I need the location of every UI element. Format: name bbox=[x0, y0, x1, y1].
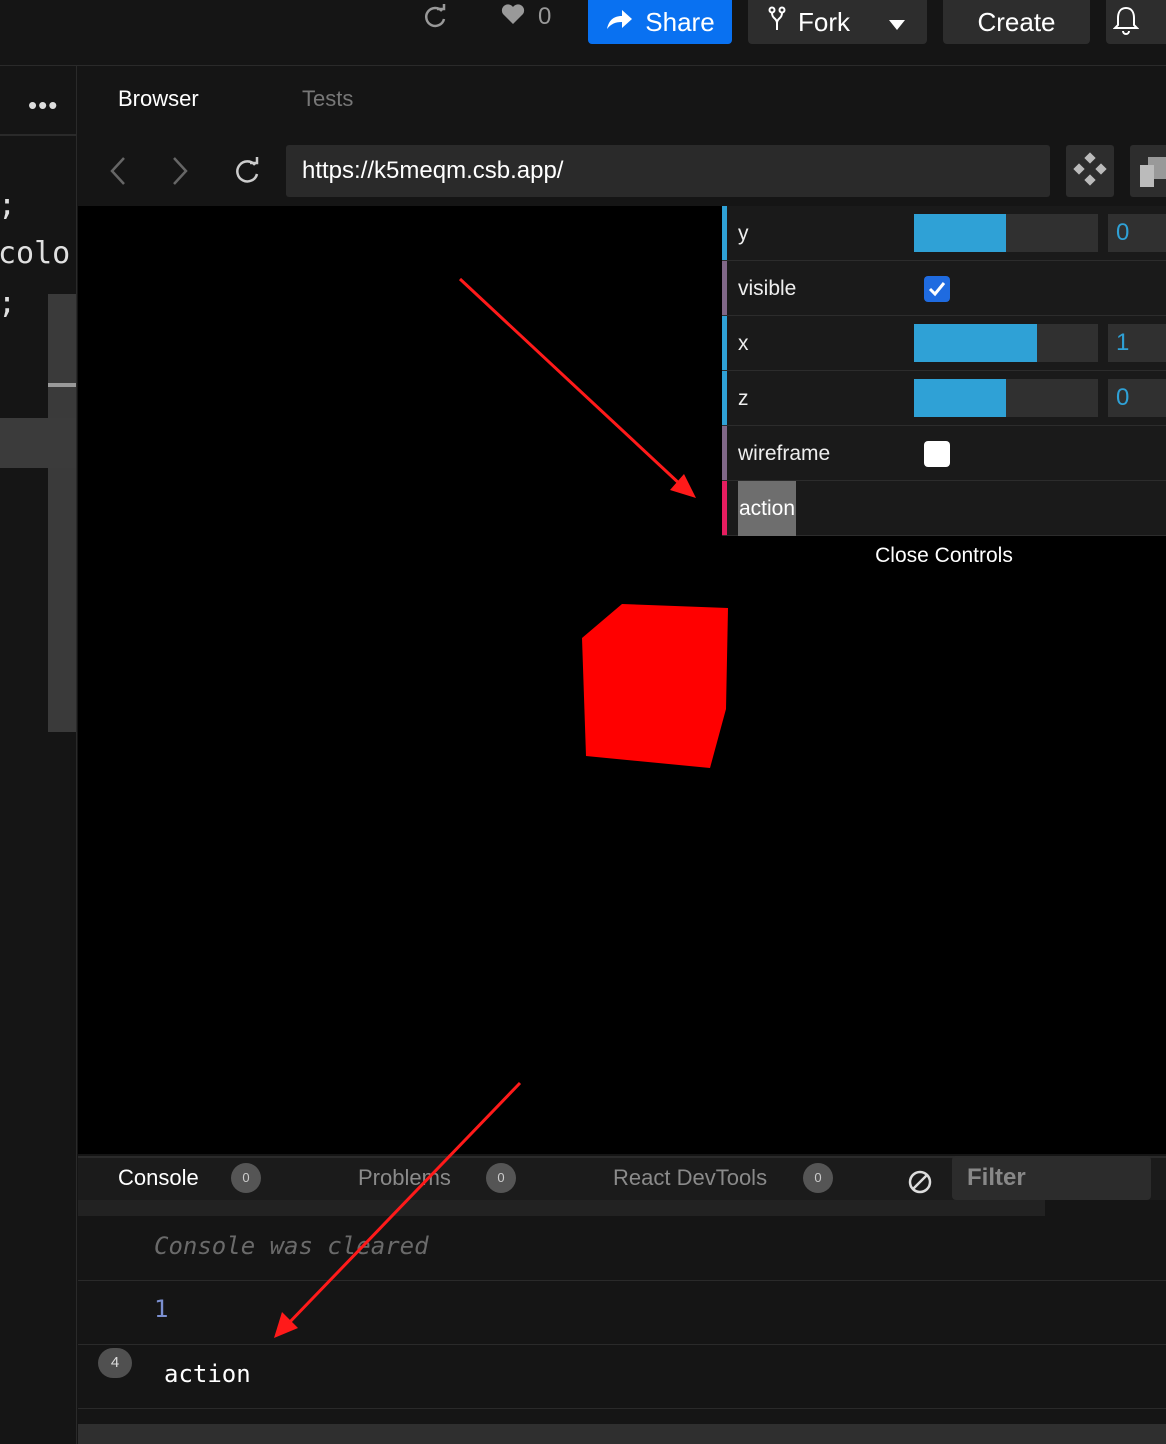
clear-console-icon[interactable] bbox=[906, 1168, 934, 1201]
control-label: visible bbox=[738, 277, 797, 300]
row-accent bbox=[722, 426, 727, 480]
control-label: y bbox=[738, 222, 749, 245]
checkmark-icon bbox=[928, 282, 946, 297]
heart-icon bbox=[500, 2, 526, 33]
control-row-x: x 1 bbox=[722, 316, 1166, 371]
more-options-icon[interactable]: ••• bbox=[28, 90, 58, 121]
console-line: 1 bbox=[78, 1281, 1166, 1345]
y-number-input[interactable]: 0 bbox=[1108, 214, 1166, 252]
code-line: ; bbox=[0, 188, 16, 223]
tab-browser[interactable]: Browser bbox=[118, 86, 199, 112]
tab-problems[interactable]: Problems bbox=[358, 1165, 451, 1191]
share-arrow-icon bbox=[605, 7, 633, 38]
control-row-y: y 0 bbox=[722, 206, 1166, 261]
tab-tests[interactable]: Tests bbox=[302, 86, 353, 112]
control-row-wireframe: wireframe bbox=[722, 426, 1166, 481]
filter-input[interactable]: Filter bbox=[952, 1156, 1151, 1200]
console-cleared-text: Console was cleared bbox=[154, 1232, 429, 1260]
code-line: ; bbox=[0, 286, 16, 321]
tab-console[interactable]: Console bbox=[118, 1165, 199, 1191]
create-label: Create bbox=[977, 6, 1056, 37]
x-number-input[interactable]: 1 bbox=[1108, 324, 1166, 362]
controls-panel: y 0 visible x 1 z 0 wireframe action Clo… bbox=[722, 206, 1166, 576]
devtools-button[interactable] bbox=[1066, 145, 1114, 197]
row-accent bbox=[722, 481, 727, 535]
fork-icon bbox=[768, 6, 786, 39]
bell-icon bbox=[1112, 5, 1140, 40]
row-accent bbox=[722, 206, 727, 260]
create-button[interactable]: Create bbox=[943, 0, 1090, 44]
notifications-button[interactable] bbox=[1106, 0, 1166, 44]
console-input-strip[interactable] bbox=[78, 1424, 1166, 1444]
action-button[interactable]: action bbox=[738, 481, 797, 536]
like-button[interactable]: 0 bbox=[500, 0, 551, 34]
control-label: wireframe bbox=[738, 442, 831, 465]
repeat-count-badge: 4 bbox=[98, 1348, 132, 1378]
forward-arrow-icon[interactable] bbox=[166, 156, 194, 191]
z-slider[interactable] bbox=[914, 379, 1098, 417]
z-number-input[interactable]: 0 bbox=[1108, 379, 1166, 417]
reload-icon[interactable] bbox=[232, 156, 262, 191]
share-button[interactable]: Share bbox=[588, 0, 732, 44]
url-text: https://k5meqm.csb.app/ bbox=[302, 157, 564, 184]
back-arrow-icon[interactable] bbox=[104, 156, 132, 191]
problems-count-badge: 0 bbox=[486, 1163, 516, 1193]
divider bbox=[0, 134, 76, 136]
editor-scrollbar[interactable] bbox=[48, 294, 76, 732]
code-line: colo: bbox=[0, 236, 89, 271]
tab-react-devtools[interactable]: React DevTools bbox=[613, 1165, 767, 1191]
x-slider[interactable] bbox=[914, 324, 1098, 362]
active-line-highlight bbox=[0, 418, 76, 468]
console-count-badge: 0 bbox=[231, 1163, 261, 1193]
close-controls-button[interactable]: Close Controls bbox=[722, 536, 1166, 576]
control-row-visible: visible bbox=[722, 261, 1166, 316]
fork-label: Fork bbox=[798, 6, 850, 37]
likes-count: 0 bbox=[538, 3, 552, 30]
y-slider[interactable] bbox=[914, 214, 1098, 252]
row-accent bbox=[722, 371, 727, 425]
devtools-count-badge: 0 bbox=[803, 1163, 833, 1193]
editor-pane[interactable] bbox=[0, 66, 77, 1444]
row-accent bbox=[722, 316, 727, 370]
wireframe-checkbox[interactable] bbox=[924, 441, 950, 467]
control-row-z: z 0 bbox=[722, 371, 1166, 426]
control-label: x bbox=[738, 332, 749, 355]
console-scrollbar[interactable] bbox=[78, 1200, 1045, 1216]
console-number: 1 bbox=[154, 1295, 169, 1323]
console-line: Console was cleared bbox=[78, 1220, 1166, 1281]
share-label: Share bbox=[645, 6, 715, 37]
diamonds-icon bbox=[1073, 151, 1107, 191]
control-row-action[interactable]: action bbox=[722, 481, 1166, 536]
console-line: action bbox=[78, 1345, 1166, 1409]
row-accent bbox=[722, 261, 727, 315]
chevron-down-icon[interactable] bbox=[888, 7, 906, 38]
fork-button[interactable]: Fork bbox=[748, 0, 927, 44]
console-action-text: action bbox=[164, 1360, 251, 1388]
control-label: z bbox=[738, 387, 749, 410]
open-new-window-button[interactable] bbox=[1130, 145, 1166, 197]
visible-checkbox[interactable] bbox=[924, 276, 950, 302]
url-input[interactable]: https://k5meqm.csb.app/ bbox=[286, 145, 1050, 197]
new-window-icon bbox=[1140, 157, 1166, 192]
red-cube bbox=[582, 604, 728, 768]
refresh-icon[interactable] bbox=[420, 2, 450, 32]
scroll-marker bbox=[48, 383, 76, 387]
